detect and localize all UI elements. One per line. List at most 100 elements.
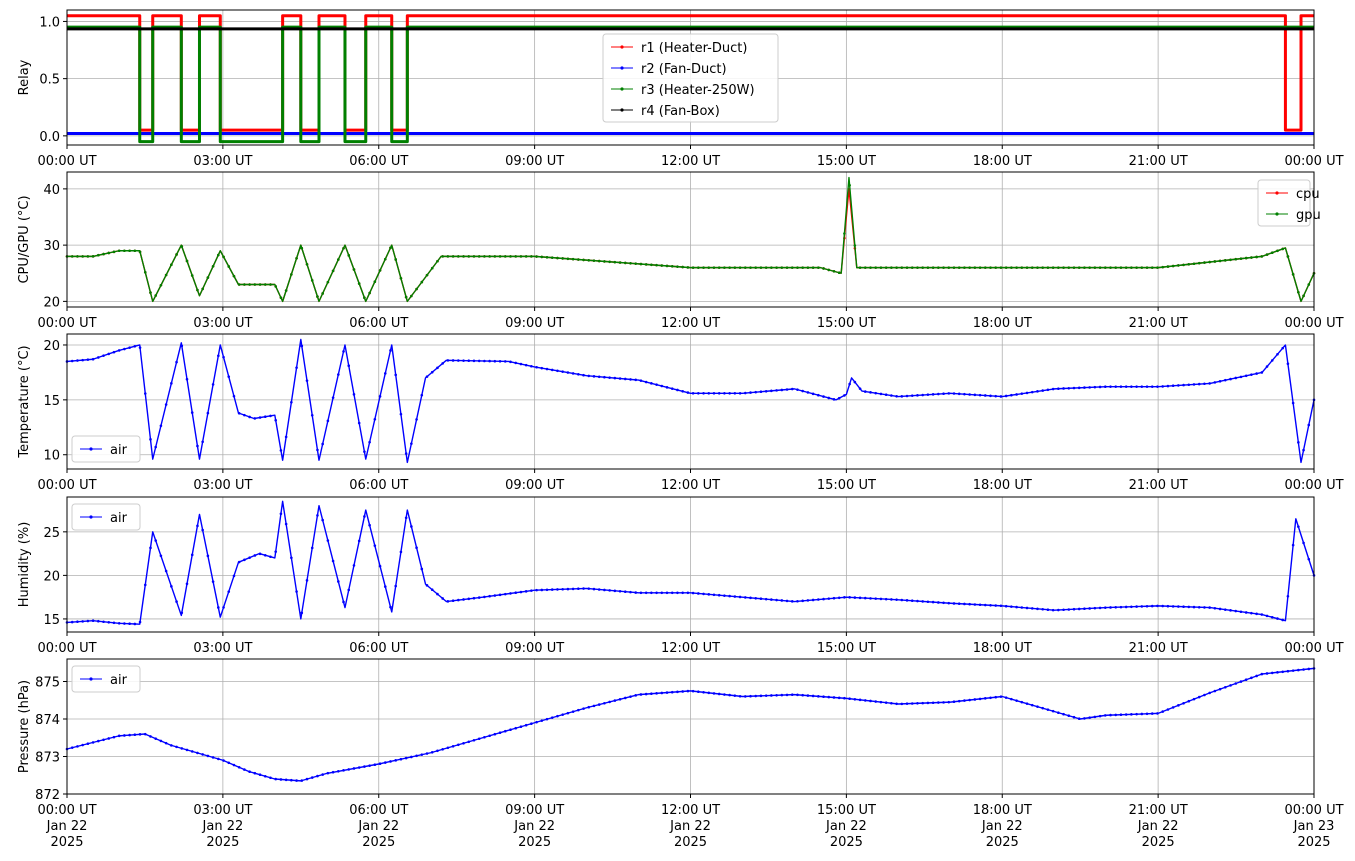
- data-point: [1088, 266, 1091, 269]
- data-point: [81, 743, 84, 747]
- data-point: [931, 266, 935, 269]
- data-point: [796, 388, 799, 391]
- data-point: [1182, 263, 1185, 267]
- data-point: [1250, 611, 1253, 615]
- data-point: [1203, 261, 1206, 264]
- data-point: [686, 689, 690, 693]
- data-point: [691, 391, 695, 395]
- data-point: [817, 695, 820, 698]
- data-point: [415, 754, 418, 758]
- data-point: [1187, 699, 1191, 703]
- data-point: [524, 590, 528, 593]
- data-point: [895, 598, 898, 601]
- data-point: [874, 597, 878, 600]
- data-point: [284, 778, 288, 782]
- data-point: [310, 546, 314, 550]
- data-point: [1286, 255, 1290, 258]
- y-tick-label: 20: [43, 295, 60, 310]
- data-point: [613, 376, 617, 380]
- data-point: [133, 249, 137, 253]
- y-axis-label: Temperature (°C): [17, 345, 32, 458]
- data-point: [973, 698, 977, 701]
- data-point: [206, 411, 210, 415]
- data-point: [1140, 712, 1144, 716]
- data-point: [1072, 715, 1076, 719]
- data-point: [863, 699, 867, 702]
- data-point: [1177, 704, 1180, 707]
- data-point: [817, 598, 820, 601]
- data-point: [1041, 607, 1044, 611]
- data-point: [477, 596, 481, 599]
- data-point: [1250, 373, 1253, 376]
- data-point: [1119, 385, 1123, 388]
- data-point: [1265, 365, 1269, 368]
- data-point: [670, 591, 674, 595]
- data-point: [190, 553, 194, 557]
- data-point: [363, 515, 366, 518]
- x-tick-label: 03:00 UT: [193, 154, 252, 169]
- data-point: [1145, 385, 1149, 388]
- data-point: [1067, 266, 1071, 269]
- x-tick-label: 09:00 UT Jan 22 2025: [505, 803, 564, 850]
- data-point: [717, 593, 721, 597]
- data-point: [472, 738, 476, 742]
- x-tick-label: 09:00 UT: [505, 316, 564, 331]
- data-point: [717, 692, 721, 696]
- data-point: [159, 554, 163, 558]
- x-tick-label: 00:00 UT: [37, 316, 96, 331]
- data-point: [817, 393, 820, 397]
- data-point: [848, 697, 851, 701]
- data-point: [232, 274, 236, 278]
- data-point: [952, 602, 956, 605]
- data-point: [467, 740, 471, 744]
- data-point: [686, 266, 690, 269]
- data-point: [1135, 385, 1138, 388]
- legend-marker: [620, 87, 624, 91]
- data-point: [655, 383, 658, 386]
- data-point: [754, 596, 758, 600]
- data-point: [900, 598, 904, 602]
- data-point: [608, 589, 611, 592]
- data-point: [368, 291, 371, 295]
- data-point: [185, 582, 189, 586]
- data-point: [863, 596, 867, 600]
- data-point: [1224, 378, 1227, 382]
- data-point: [436, 749, 439, 753]
- data-point: [263, 415, 267, 419]
- data-point: [154, 737, 157, 740]
- data-point: [1025, 702, 1029, 705]
- data-point: [947, 392, 951, 395]
- data-point: [790, 600, 794, 603]
- data-point: [237, 766, 241, 769]
- data-point: [446, 600, 450, 603]
- data-point: [634, 694, 638, 697]
- data-point: [143, 583, 147, 587]
- data-point: [926, 701, 930, 705]
- data-point: [154, 294, 157, 297]
- data-point: [957, 699, 961, 703]
- data-point: [676, 591, 679, 595]
- legend-label: gpu: [1296, 208, 1321, 223]
- data-point: [1025, 391, 1029, 395]
- data-point: [1020, 606, 1024, 609]
- data-point: [723, 693, 726, 696]
- data-point: [342, 769, 345, 772]
- data-point: [869, 266, 872, 269]
- data-point: [477, 737, 481, 741]
- legend: air: [71, 503, 141, 531]
- data-point: [316, 514, 319, 517]
- data-point: [827, 268, 831, 272]
- data-point: [498, 731, 502, 735]
- data-point: [451, 359, 455, 362]
- data-point: [597, 703, 601, 706]
- data-point: [1291, 543, 1295, 547]
- data-point: [217, 757, 220, 761]
- data-point: [357, 282, 361, 285]
- data-point: [806, 694, 810, 697]
- data-point: [1015, 266, 1018, 269]
- data-point: [1156, 712, 1159, 715]
- data-point: [1098, 385, 1102, 389]
- data-point: [415, 418, 418, 421]
- data-point: [947, 266, 951, 269]
- data-point: [420, 280, 424, 284]
